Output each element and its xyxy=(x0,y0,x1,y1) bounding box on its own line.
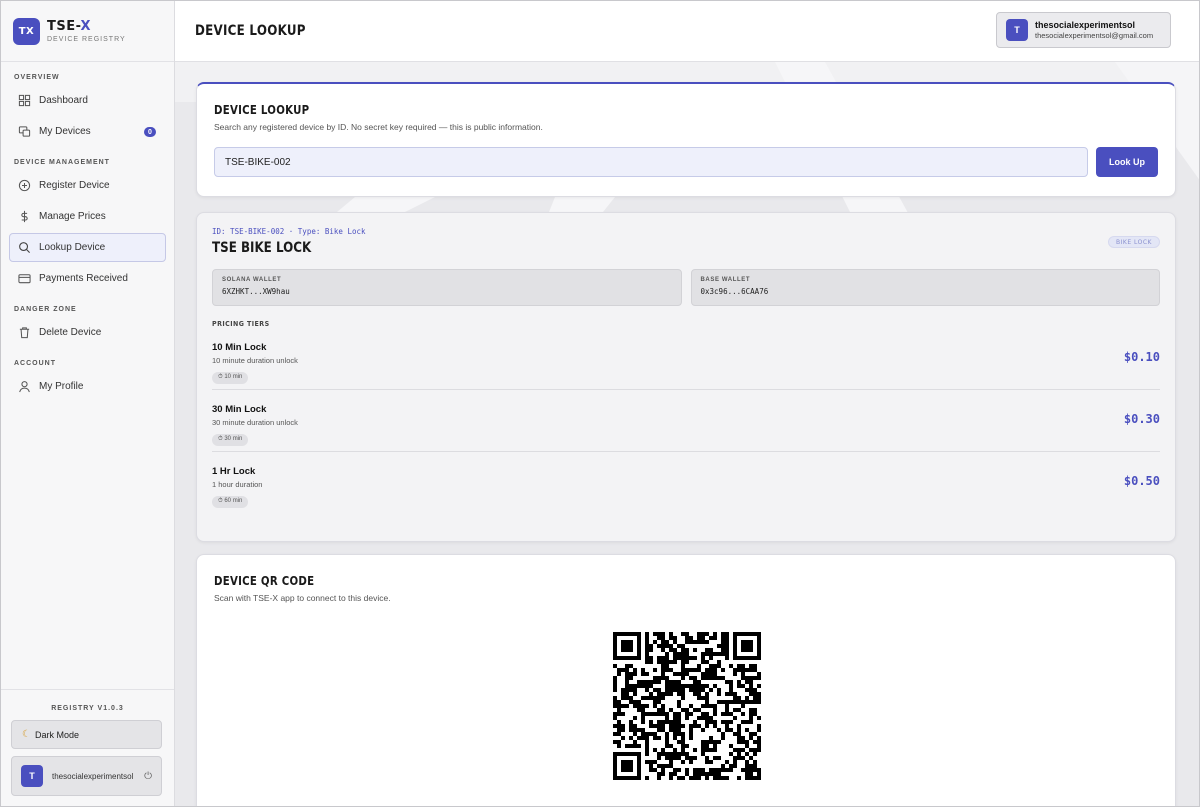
sidebar-item-delete-device[interactable]: Delete Device xyxy=(9,318,166,347)
brand-subtitle: DEVICE REGISTRY xyxy=(47,36,126,43)
qr-card-subtitle: Scan with TSE-X app to connect to this d… xyxy=(214,593,391,603)
base-wallet-label: BASE WALLET xyxy=(700,277,751,283)
avatar: T xyxy=(21,765,43,787)
sidebar-item-payments-received[interactable]: Payments Received xyxy=(9,264,166,293)
sidebar-footer: REGISTRY V1.0.3 ☾ Dark Mode T thesociale… xyxy=(1,689,174,806)
sidebar-user-card[interactable]: T thesocialexperimentsol ⏻ xyxy=(11,756,162,796)
tier-price: $0.10 xyxy=(1123,350,1160,364)
tier-price: $0.30 xyxy=(1123,412,1160,426)
tier-description: 30 minute duration unlock xyxy=(212,418,298,427)
section-label-device-management: DEVICE MANAGEMENT xyxy=(14,159,110,166)
devices-icon xyxy=(18,125,31,138)
sidebar-item-my-devices[interactable]: My Devices 0 xyxy=(9,117,166,146)
section-label-account: ACCOUNT xyxy=(14,360,56,367)
sidebar: TX TSE-X DEVICE REGISTRY OVERVIEW Dashbo… xyxy=(1,1,175,806)
solana-wallet-value: 6XZHKT...XW9hau xyxy=(222,287,290,296)
lookup-button[interactable]: Look Up xyxy=(1096,147,1158,177)
sidebar-item-label: Register Device xyxy=(39,180,110,191)
device-meta: ID: TSE-BIKE-002 · Type: Bike Lock xyxy=(212,227,366,236)
user-icon xyxy=(18,380,31,393)
qr-card-title: DEVICE QR CODE xyxy=(214,574,315,588)
tier-description: 1 hour duration xyxy=(212,480,263,489)
sidebar-item-dashboard[interactable]: Dashboard xyxy=(9,86,166,115)
solana-wallet-label: SOLANA WALLET xyxy=(222,277,282,283)
tier-duration-pill: ⏱ 30 min xyxy=(212,433,249,446)
tier-name: 30 Min Lock xyxy=(212,404,267,415)
card-icon xyxy=(18,272,31,285)
avatar: T xyxy=(1006,19,1028,41)
solana-wallet-box: SOLANA WALLET 6XZHKT...XW9hau xyxy=(212,269,682,306)
trash-icon xyxy=(18,326,31,339)
lookup-card-title: DEVICE LOOKUP xyxy=(214,103,310,117)
device-count-badge: 0 xyxy=(144,127,156,137)
main-area: DEVICE LOOKUP T thesocialexperimentsol t… xyxy=(175,1,1199,806)
base-wallet-value: 0x3c96...6CAA76 xyxy=(700,287,769,296)
sidebar-item-label: Delete Device xyxy=(39,327,102,338)
lookup-card-subtitle: Search any registered device by ID. No s… xyxy=(214,122,543,132)
brand: TX TSE-X DEVICE REGISTRY xyxy=(1,1,174,62)
user-email: thesocialexperimentsol@gmail.com xyxy=(1035,31,1154,40)
tier-name: 10 Min Lock xyxy=(212,342,267,353)
moon-icon: ☾ xyxy=(22,729,31,740)
device-result-card: ID: TSE-BIKE-002 · Type: Bike Lock TSE B… xyxy=(196,212,1176,542)
lookup-card: DEVICE LOOKUP Search any registered devi… xyxy=(196,82,1176,197)
dark-mode-label: Dark Mode xyxy=(34,729,79,740)
section-label-danger-zone: DANGER ZONE xyxy=(14,306,77,313)
user-chip[interactable]: T thesocialexperimentsol thesocialexperi… xyxy=(996,12,1171,48)
device-type-badge: BIKE LOCK xyxy=(1108,236,1160,248)
tier-price: $0.50 xyxy=(1123,474,1160,488)
app-window: TX TSE-X DEVICE REGISTRY OVERVIEW Dashbo… xyxy=(0,0,1200,807)
qr-card: DEVICE QR CODE Scan with TSE-X app to co… xyxy=(196,554,1176,806)
page-title: DEVICE LOOKUP xyxy=(195,23,306,39)
user-name: thesocialexperimentsol xyxy=(1035,20,1136,30)
grid-icon xyxy=(18,94,31,107)
qr-code-image xyxy=(613,632,761,780)
brand-logo: TX xyxy=(13,17,40,45)
sidebar-item-manage-prices[interactable]: Manage Prices xyxy=(9,202,166,231)
plus-circle-icon xyxy=(18,179,31,192)
pricing-tier-row: 10 Min Lock 10 minute duration unlock ⏱ … xyxy=(212,328,1160,390)
tier-description: 10 minute duration unlock xyxy=(212,356,298,365)
sidebar-item-label: Lookup Device xyxy=(39,242,106,253)
sidebar-item-label: Manage Prices xyxy=(39,211,106,222)
content-area: DEVICE LOOKUP Search any registered devi… xyxy=(175,62,1199,806)
base-wallet-box: BASE WALLET 0x3c96...6CAA76 xyxy=(690,269,1160,306)
sidebar-item-label: Dashboard xyxy=(39,95,88,106)
topbar: DEVICE LOOKUP T thesocialexperimentsol t… xyxy=(175,1,1199,62)
dollar-icon xyxy=(18,210,31,223)
sidebar-item-label: My Devices xyxy=(39,126,91,137)
sidebar-item-label: Payments Received xyxy=(39,273,128,284)
device-name: TSE BIKE LOCK xyxy=(212,240,312,256)
device-id-input[interactable] xyxy=(214,147,1088,177)
tier-duration-pill: ⏱ 10 min xyxy=(212,371,249,384)
search-icon xyxy=(18,241,31,254)
brand-name: TSE-X xyxy=(47,19,91,34)
pricing-tiers-label: PRICING TIERS xyxy=(212,320,270,328)
pricing-tier-row: 1 Hr Lock 1 hour duration ⏱ 60 min $0.50 xyxy=(212,452,1160,514)
version-label: REGISTRY V1.0.3 xyxy=(51,705,124,712)
sidebar-user-name: thesocialexperimentsol xyxy=(52,771,134,781)
tier-duration-pill: ⏱ 60 min xyxy=(212,495,249,508)
power-icon[interactable]: ⏻ xyxy=(144,771,152,782)
sidebar-item-lookup-device[interactable]: Lookup Device xyxy=(9,233,166,262)
sidebar-item-register-device[interactable]: Register Device xyxy=(9,171,166,200)
sidebar-item-my-profile[interactable]: My Profile xyxy=(9,372,166,401)
section-label-overview: OVERVIEW xyxy=(14,74,60,81)
tier-name: 1 Hr Lock xyxy=(212,466,256,477)
sidebar-item-label: My Profile xyxy=(39,381,84,392)
dark-mode-toggle[interactable]: ☾ Dark Mode xyxy=(11,720,162,749)
pricing-tier-row: 30 Min Lock 30 minute duration unlock ⏱ … xyxy=(212,390,1160,452)
